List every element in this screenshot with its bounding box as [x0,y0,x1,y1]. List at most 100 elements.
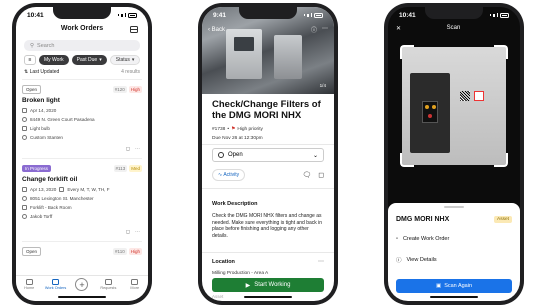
wo-recurrence: Every M, T, W, TH, F [67,187,110,192]
close-icon[interactable]: ✕ [396,25,401,32]
scan-again-button[interactable]: ▣ Scan Again [396,279,512,293]
battery-icon [128,12,137,18]
tab-more[interactable]: More [124,279,146,290]
create-work-order-button[interactable]: ▫ Create Work Order [396,236,512,242]
due-date: Due Nov 26 at 12:30pm [212,136,263,141]
wo-title: Broken light [22,97,60,104]
location-icon [22,196,27,201]
wo-meta: #1738 • ⚑ High priority [212,127,263,132]
filter-my-work[interactable]: My Work [39,55,69,65]
scan-icon: ▣ [435,283,442,289]
calendar-icon[interactable] [130,26,138,33]
qr-code-icon [460,91,470,101]
more-icon[interactable]: ⋯ [322,25,328,34]
location-icon [22,117,27,122]
screen: 10:41 ✕ Scan DMG MORI NHX Asset ▫ Create … [388,7,520,301]
tab-requests[interactable]: Requests [97,279,119,290]
location-heading: Location [212,259,235,265]
tab-home[interactable]: Home [18,279,40,290]
asset-badge: Asset [494,216,512,223]
scan-result-sheet: DMG MORI NHX Asset ▫ Create Work Order ⓘ V… [388,203,520,301]
search-input[interactable]: ⚲ Search [24,40,140,51]
wo-title: Change forklift oil [22,176,78,183]
list-item[interactable]: Open #110 High [22,241,142,271]
status-badge: In Progress [22,164,52,172]
filter-settings-icon[interactable]: ≡ [24,55,36,65]
tab-create[interactable]: + [71,278,93,291]
result-count: 4 results [121,69,140,75]
asset-icon [22,126,27,131]
wo-id: #1738 [212,127,226,132]
chevron-down-icon: ▾ [131,57,135,63]
page-title: Work Orders [16,25,148,39]
status-dropdown[interactable]: Open ⌄ [212,148,324,162]
wo-address: 8449 N. Green Court Pasadena [30,117,95,122]
top-nav: ‹ Back ⓘ ⋯ [208,25,328,34]
status-circle-icon [218,152,224,158]
phone-work-order-detail: 9:41 ‹ Back ⓘ ⋯ 1/4 Check/Change Filters … [198,3,338,305]
status-badge: Open [22,84,42,94]
list-item[interactable]: Open #120 High Broken light Apr 14, 2020 … [22,79,142,155]
status-badge: Open [22,246,42,256]
tab-work-orders[interactable]: Work Orders [45,279,67,290]
bookmark-icon[interactable]: ◻ [126,146,130,152]
list-item[interactable]: In Progress #113 Med Change forklift oil … [22,158,142,238]
calendar-icon [22,108,27,113]
wo-id: #110 [113,247,127,255]
phone-scan: 10:41 ✕ Scan DMG MORI NHX Asset ▫ Create … [384,3,524,305]
wo-asset: Forklift - Back Room [30,205,72,210]
item-actions: ◻ ⋯ [126,146,140,152]
phone-work-orders: 10:41 Work Orders ⚲ Search ≡ My Work Pas… [12,3,152,305]
start-working-button[interactable]: ▶ Start Working [212,278,324,292]
sort-row: ⇅ Last Updated 4 results [24,69,140,75]
filter-past-due[interactable]: Past Due ▾ [71,55,107,65]
status-time: 10:41 [27,11,44,19]
signal-icon [117,14,119,16]
activity-button[interactable]: ∿ Activity [212,169,246,181]
info-icon[interactable]: ⓘ [311,25,317,34]
calendar-icon [22,187,27,192]
title-text: Work Orders [60,25,104,32]
description-text: Check the DMG MORI NHX filters and chang… [212,213,323,239]
back-button[interactable]: ‹ Back [208,27,225,33]
image-counter: 1/4 [319,83,326,88]
bookmark-icon[interactable]: ◻ [318,171,324,179]
asset-icon [22,205,27,210]
home-indicator [58,295,106,298]
priority-badge: Med [129,164,142,172]
menu-icon [131,279,139,285]
more-icon[interactable]: ⋯ [318,258,324,265]
bookmark-icon[interactable]: ◻ [126,229,130,235]
wo-assignee: Custom Stanten [30,135,63,140]
label-sticker [474,91,484,101]
page-title: Check/Change Filters of the DMG MORI NHX [212,99,321,121]
status-bar: 10:41 [388,7,520,23]
play-icon: ▶ [245,282,251,289]
filter-bar: ≡ My Work Past Due ▾ Status ▾ [24,55,142,65]
wo-id: #120 [112,85,127,93]
wo-asset: Light bulb [30,126,50,131]
wo-assignee: Jakob Torff [30,214,53,219]
search-placeholder: Search [37,42,55,49]
comment-icon[interactable]: 🗨 [302,171,311,179]
sheet-handle[interactable] [444,206,464,208]
search-icon: ⚲ [30,42,35,49]
view-details-button[interactable]: ⓘ View Details [396,256,512,264]
battery-icon [500,12,509,18]
sort-button[interactable]: ⇅ Last Updated [24,69,59,75]
wo-id: #113 [113,164,128,172]
scan-header: ✕ Scan [396,25,512,32]
more-icon[interactable]: ⋯ [135,146,140,152]
more-icon[interactable]: ⋯ [135,229,140,235]
home-indicator [244,295,292,298]
camera-viewfinder [400,45,508,167]
clipboard-icon [52,279,60,285]
repeat-icon [59,187,65,192]
status-bar: 10:41 [16,7,148,23]
inbox-icon [104,279,112,285]
clipboard-icon: ▫ [396,236,398,242]
priority-badge: High [128,247,142,255]
action-row: ∿ Activity 🗨 ◻ [212,169,324,181]
filter-status[interactable]: Status ▾ [109,55,141,65]
user-icon [22,135,27,140]
